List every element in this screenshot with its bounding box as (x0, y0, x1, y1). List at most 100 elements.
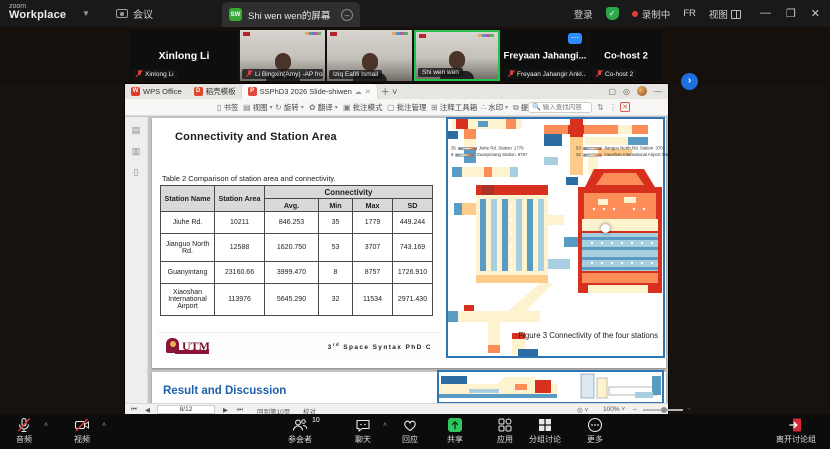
th-avg: Avg. (265, 199, 319, 212)
new-tab-button[interactable]: ＋ ˅ (381, 85, 398, 98)
slide-page-9: Result and Discussion (152, 372, 666, 403)
video-tile-libingxin[interactable]: Li Bingxin(Amy) -AP from ... (240, 30, 325, 81)
outline-panel-icon[interactable]: ▥ (132, 146, 141, 157)
figure-caption: Figure 3 Connectivity of the four statio… (518, 331, 658, 340)
recording-indicator: 录制中 (632, 7, 671, 21)
next-participants-button[interactable]: › (681, 73, 698, 90)
next-page-button[interactable]: ▶ (223, 406, 228, 414)
wps-docer-tab[interactable]: D 稻壳模板 (188, 84, 242, 99)
layout-icon[interactable]: ▢ (608, 87, 616, 96)
first-page-button[interactable]: ⏮ (131, 406, 137, 414)
utm-backdrop-logo (419, 34, 426, 38)
last-page-button[interactable]: ⏭ (237, 406, 243, 414)
video-tile-cohost2[interactable]: Co-host 2 Co-host 2 (590, 30, 662, 81)
watermark-icon: ∴ (481, 103, 486, 112)
view-tool[interactable]: ▤视图▾ (243, 102, 273, 113)
find-input[interactable] (543, 104, 593, 111)
tab-meeting[interactable]: 会议 (116, 6, 153, 21)
minimize-button[interactable]: — (760, 7, 771, 20)
zoom-slider[interactable] (643, 409, 683, 411)
legend-name: Guanyintang Station (476, 153, 515, 157)
translate-tool[interactable]: ✿翻译▾ (309, 102, 338, 113)
thumbnails-panel-icon[interactable]: ▤ (132, 125, 141, 136)
comment-manage-tool[interactable]: ▢批注管理 (387, 102, 427, 113)
table-row: Guanyintang23160.663999.470887571726.910 (161, 262, 433, 284)
wps-titlebar-right: ▢ ◎ — (608, 86, 662, 96)
search-icon: 🔍 (532, 103, 541, 111)
page-number-input[interactable] (157, 405, 215, 414)
backdrop-logos (305, 32, 321, 35)
signin-button[interactable]: 登录 (574, 7, 593, 21)
video-tile-iziq[interactable]: Iziq Eafifi Ismail (327, 30, 412, 81)
name-tag: Iziq Eafifi Ismail (329, 70, 382, 79)
zoom-slider-thumb[interactable] (661, 407, 667, 413)
video-tile-freyaan[interactable]: Freyaan Jahangi... ⋯ Freyaan Jahangir An… (502, 30, 588, 81)
zoom-level[interactable]: 100% ˅ (603, 406, 625, 413)
name-tag-label: Co-host 2 (605, 71, 633, 78)
name-tag-label: Li Bingxin(Amy) -AP from ... (255, 71, 323, 78)
view-grid-icon (731, 10, 741, 19)
close-button[interactable]: ✕ (811, 7, 820, 20)
document-canvas[interactable]: Connectivity and Station Area Table 2 Co… (148, 117, 668, 403)
theme-icon[interactable]: ◎ (623, 87, 630, 96)
chevron-down-icon[interactable]: ▼ (82, 9, 90, 18)
legend-colorbar (458, 147, 477, 150)
close-tab-icon[interactable]: ✕ (365, 88, 371, 96)
breakout-grid-icon (537, 417, 553, 433)
wps-document-tab[interactable]: P SSPhD3 2026 Slide-shiwen ☁ ✕ (242, 84, 377, 99)
watermark-tool[interactable]: ∴水印▾ (481, 102, 508, 113)
name-tag: Li Bingxin(Amy) -AP from ... (242, 69, 323, 79)
video-options-chevron[interactable]: ˄ (102, 422, 106, 429)
wps-logo-icon: W (131, 87, 140, 96)
more-options-icon[interactable]: ⋮ (609, 103, 617, 112)
docer-label: 稻壳模板 (206, 86, 236, 97)
wps-toolbar: ▯书签 ▤视图▾ ↻旋转▾ ✿翻译▾ ▣批注模式 ▢批注管理 ⊞注释工具箱 ∴水… (125, 99, 668, 116)
tile-more-button[interactable]: ⋯ (568, 33, 582, 44)
minimize-tab-icon[interactable]: – (341, 9, 353, 21)
video-tile-xinlong[interactable]: Xinlong Li Xinlong Li (130, 30, 238, 81)
maximize-button[interactable]: ❐ (786, 7, 796, 20)
rotate-tool[interactable]: ↻旋转▾ (275, 102, 304, 113)
legend-min: 35 (451, 146, 456, 150)
camera-muted-icon (74, 417, 90, 433)
th-connectivity: Connectivity (265, 186, 433, 199)
mic-muted-icon (596, 70, 602, 78)
comment-mode-tool[interactable]: ▣批注模式 (343, 102, 383, 113)
slide-page-8: Connectivity and Station Area Table 2 Co… (152, 118, 666, 368)
wps-user-avatar[interactable] (637, 86, 647, 96)
language-button[interactable]: FR (683, 8, 696, 19)
translate-icon: ✿ (309, 103, 316, 112)
bookmark-tool[interactable]: ▯书签 (217, 102, 238, 113)
legend-name: Jianguo North Rd. Station (604, 146, 653, 150)
find-box[interactable]: 🔍 (528, 102, 592, 113)
wps-home-tab[interactable]: W WPS Office (125, 84, 188, 99)
video-label: 视频 (52, 434, 112, 445)
find-prev-next-icon[interactable]: ⇅ (597, 103, 604, 112)
legend-min: 32 (576, 153, 581, 157)
security-shield-icon[interactable]: ✓ (606, 7, 619, 20)
zoom-in-button[interactable]: + (687, 406, 691, 413)
more-button[interactable]: 更多 (565, 417, 625, 445)
legend-colorbar (456, 153, 475, 156)
wps-home-label: WPS Office (143, 87, 182, 96)
participants-button[interactable]: 10 参会者 (270, 417, 330, 445)
window-controls: — ❐ ✕ (760, 7, 820, 20)
leave-breakout-button[interactable]: 离开讨论组 (761, 417, 830, 445)
wps-minimize-button[interactable]: — (654, 87, 662, 96)
bookmark-panel-icon[interactable]: ▯ (132, 167, 141, 178)
video-tile-shiwenwen-active-speaker[interactable]: Shi wen wen (414, 30, 500, 81)
comment-toolbox-tool[interactable]: ⊞注释工具箱 (431, 102, 477, 113)
exit-mode-icon[interactable]: ✕ (620, 102, 630, 112)
prev-page-button[interactable]: ◀ (145, 406, 150, 414)
view-mode-icon[interactable]: ◎ ˅ (577, 406, 588, 414)
th-min: Min (319, 199, 353, 212)
zoom-titlebar: zoom Workplace ▼ 会议 SW Shi wen wen的屏幕 – … (0, 0, 830, 27)
view-button[interactable]: 视图 (709, 7, 741, 21)
zoom-out-button[interactable]: – (633, 406, 637, 413)
tab-shared-screen[interactable]: SW Shi wen wen的屏幕 – (222, 2, 360, 27)
audio-options-chevron[interactable]: ˄ (44, 422, 48, 429)
legend-colorbar (583, 147, 602, 150)
participants-count-badge: 10 (312, 417, 320, 424)
docer-icon: D (194, 87, 203, 96)
legend-colorbar (583, 153, 602, 156)
